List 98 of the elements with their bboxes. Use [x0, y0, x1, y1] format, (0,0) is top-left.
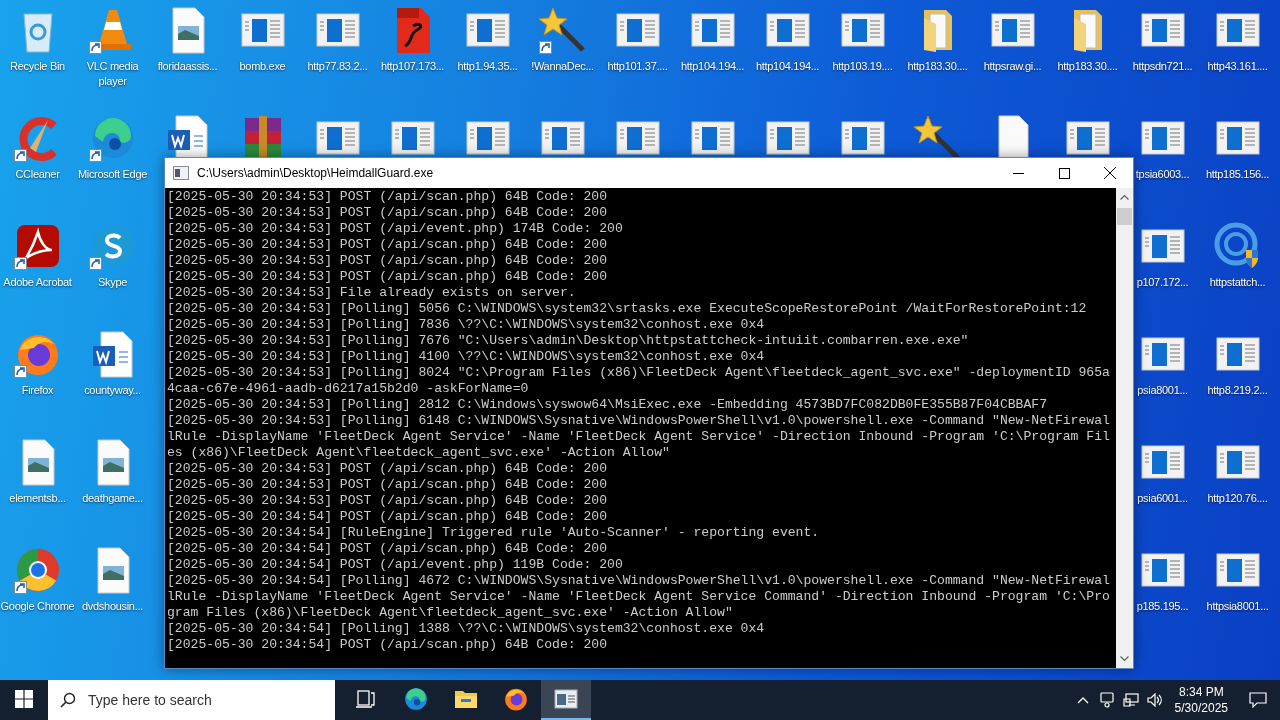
- console-line: [2025-05-30 20:34:54] [RuleEngine] Triggered rule 'Auto-Scanner' - reporting event.: [167, 525, 821, 541]
- clock-date: 5/30/2025: [1174, 700, 1228, 716]
- icon-label: http43.161....: [1207, 59, 1268, 74]
- shortcut-arrow-icon: [88, 257, 102, 270]
- scrollbar[interactable]: [1116, 188, 1133, 668]
- icon-label: bomb.exe: [239, 59, 286, 74]
- console-line: [2025-05-30 20:34:54] [Polling] 4672 C:\WINDOWS\Sysnative\WindowsPowerShell\v1.0\powershell.exe -Command "New-NetFirewallRule -DisplayName 'FleetDeck Agent Service' -Name 'FleetDeck Agent Service Command' -Direction Inbound -Program 'C:\Program Files (x86)\FleetDeck Agent\fleetdeck_agent_svc.exe' -Action Allow": [167, 573, 1110, 621]
- taskbar-app-button[interactable]: [541, 680, 591, 720]
- icon-label: Skype: [97, 275, 128, 290]
- console-line: [2025-05-30 20:34:54] POST (/api/event.php) 119B Code: 200: [167, 557, 624, 573]
- console-line: [2025-05-30 20:34:53] [Polling] 4100 \??\C:\WINDOWS\system32\conhost.exe 0x4: [167, 349, 766, 365]
- icon-label: countyway...: [84, 383, 141, 398]
- icon-label: elementsb...: [9, 491, 66, 506]
- task-view-icon: [354, 687, 378, 711]
- icon-label: httpsdn721...: [1132, 59, 1193, 74]
- window-title: C:\Users\admin\Desktop\HeimdallGuard.exe: [197, 166, 435, 180]
- magic-wand-icon: [538, 6, 587, 54]
- icon-label: p185.195...: [1136, 599, 1189, 614]
- console-line: [2025-05-30 20:34:53] POST (/api/scan.php) 64B Code: 200: [167, 189, 609, 205]
- folder-icon: [454, 688, 478, 710]
- desktop-icon[interactable]: [538, 6, 587, 54]
- icon-label: http107.173...: [380, 59, 445, 74]
- shortcut-arrow-icon: [13, 365, 27, 378]
- scrollbar-thumb[interactable]: [1117, 208, 1132, 225]
- maximize-icon: [1058, 167, 1070, 179]
- console-line: [2025-05-30 20:34:53] POST (/api/scan.php) 64B Code: 200: [167, 493, 609, 509]
- icon-label: http8.219.2...: [1207, 383, 1268, 398]
- console-line: [2025-05-30 20:34:53] [Polling] 8024 "C:\Program Files (x86)\FleetDeck Agent\fleetdeck_agent_svc.exe" -deploymentID 965a4caa-c67e-4961-aadb-d6217a15b2d0 -askForName=0: [167, 365, 1110, 397]
- swirl-logo-icon: [403, 686, 429, 712]
- network-icon: [1122, 693, 1139, 707]
- icon-label: http103.19....: [832, 59, 893, 74]
- console-line: [2025-05-30 20:34:54] POST (/api/scan.php) 64B Code: 200: [167, 509, 609, 525]
- shortcut-arrow-icon: [88, 41, 102, 54]
- console-line: [2025-05-30 20:34:53] [Polling] 7836 \??\C:\WINDOWS\system32\conhost.exe 0x4: [167, 317, 766, 333]
- windows-logo-icon: [15, 690, 33, 708]
- fox-globe-icon: [503, 686, 529, 712]
- shortcut-arrow-icon: [13, 581, 27, 594]
- console-window-icon: [173, 166, 189, 180]
- close-icon: [1104, 167, 1116, 179]
- scroll-down-icon[interactable]: [1120, 656, 1129, 662]
- clock-time: 8:34 PM: [1178, 684, 1224, 700]
- shortcut-arrow-icon: [538, 41, 552, 54]
- icon-label: dvdshousin...: [82, 599, 143, 614]
- volume-icon: [1146, 693, 1163, 707]
- search-input[interactable]: Type here to search: [86, 691, 310, 709]
- console-line: [2025-05-30 20:34:53] [Polling] 2812 C:\Windows\syswow64\MsiExec.exe -Embedding 4573BD7FC082DB0FE355B87F04CBBAF7: [167, 397, 1049, 413]
- icon-label: Recycle Bin: [10, 59, 65, 74]
- icon-label: httpstattch...: [1209, 275, 1266, 290]
- icon-label: httpsraw.gi...: [983, 59, 1042, 74]
- console-window-icon: [554, 689, 578, 709]
- icon-label: http104.194...: [680, 59, 745, 74]
- search-box[interactable]: Type here to search: [48, 680, 335, 720]
- icon-label: http104.194...: [755, 59, 820, 74]
- device-icon: [1099, 692, 1114, 708]
- icon-label: httpsia8001...: [1206, 599, 1269, 614]
- notification-icon: [1249, 692, 1267, 708]
- icon-label: CCleaner: [15, 167, 60, 182]
- console-line: [2025-05-30 20:34:53] POST (/api/scan.php) 64B Code: 200: [167, 477, 609, 493]
- icon-label: Google Chrome: [0, 599, 75, 614]
- console-line: [2025-05-30 20:34:53] POST (/api/scan.php) 64B Code: 200: [167, 269, 609, 285]
- icon-label: http120.76....: [1207, 491, 1268, 506]
- icon-label: Firefox: [21, 383, 54, 398]
- icon-label: tpsia6003...: [1135, 167, 1190, 182]
- icon-label: http183.30....: [1057, 59, 1118, 74]
- console-line: [2025-05-30 20:34:53] POST (/api/scan.php) 64B Code: 200: [167, 205, 609, 221]
- icon-label: floridaassis...: [157, 59, 218, 74]
- console-line: [2025-05-30 20:34:53] [Polling] 6148 C:\WINDOWS\Sysnative\WindowsPowerShell\v1.0\powershell.exe -Command "New-NetFirewallRule -DisplayName 'FleetDeck Agent Service' -Name 'FleetDeck Agent Service' -Direction Inbound -Program 'C:\Program Files (x86)\FleetDeck Agent\fleetdeck_agent_svc.exe' -Action Allow": [167, 413, 1110, 461]
- search-icon: [60, 692, 76, 708]
- icon-label: http101.37....: [607, 59, 668, 74]
- shortcut-arrow-icon: [13, 257, 27, 270]
- icon-label: p107.172...: [1136, 275, 1189, 290]
- icon-label: Microsoft Edge: [77, 167, 148, 182]
- console-line: [2025-05-30 20:34:53] POST (/api/scan.php) 64B Code: 200: [167, 253, 609, 269]
- icon-label: Adobe Acrobat: [3, 275, 72, 290]
- icon-label: http77.83.2...: [307, 59, 368, 74]
- icon-label: !WannaDec...: [531, 59, 594, 74]
- console-line: [2025-05-30 20:34:53] [Polling] 5056 C:\WINDOWS\system32\srtasks.exe ExecuteScopeRestorePoint /WaitForRestorePoint:12: [167, 301, 1088, 317]
- console-line: [2025-05-30 20:34:54] POST (/api/scan.php) 64B Code: 200: [167, 637, 609, 653]
- icon-label: http185.156...: [1205, 167, 1270, 182]
- chevron-up-icon: [1076, 696, 1089, 704]
- console-line: [2025-05-30 20:34:53] POST (/api/scan.php) 64B Code: 200: [167, 461, 609, 477]
- icon-label: VLC media player: [85, 59, 140, 89]
- console-line: [2025-05-30 20:34:53] File already exists on server.: [167, 285, 577, 301]
- console-line: [2025-05-30 20:34:54] POST (/api/scan.php) 64B Code: 200: [167, 541, 609, 557]
- icon-label: psia8001...: [1137, 383, 1188, 398]
- clock[interactable]: 8:34 PM 5/30/2025: [1166, 684, 1236, 716]
- console-line: [2025-05-30 20:34:54] [Polling] 1388 \??\C:\WINDOWS\system32\conhost.exe 0x4: [167, 621, 766, 637]
- console-line: [2025-05-30 20:34:53] [Polling] 7676 "C:\Users\admin\Desktop\httpstattcheck-intuiit.combarren.exe.exe": [167, 333, 970, 349]
- icon-label: psia6001...: [1137, 491, 1188, 506]
- desktop-icon[interactable]: [13, 222, 62, 270]
- shortcut-arrow-icon: [88, 149, 102, 162]
- console-line: [2025-05-30 20:34:53] POST (/api/scan.php) 64B Code: 200: [167, 237, 609, 253]
- console-line: [2025-05-30 20:34:53] POST (/api/event.php) 174B Code: 200: [167, 221, 624, 237]
- icon-label: deathgame...: [82, 491, 143, 506]
- icon-label: http1.94.35...: [457, 59, 518, 74]
- scroll-up-icon[interactable]: [1120, 194, 1129, 200]
- shortcut-arrow-icon: [13, 149, 27, 162]
- icon-label: http183.30....: [907, 59, 968, 74]
